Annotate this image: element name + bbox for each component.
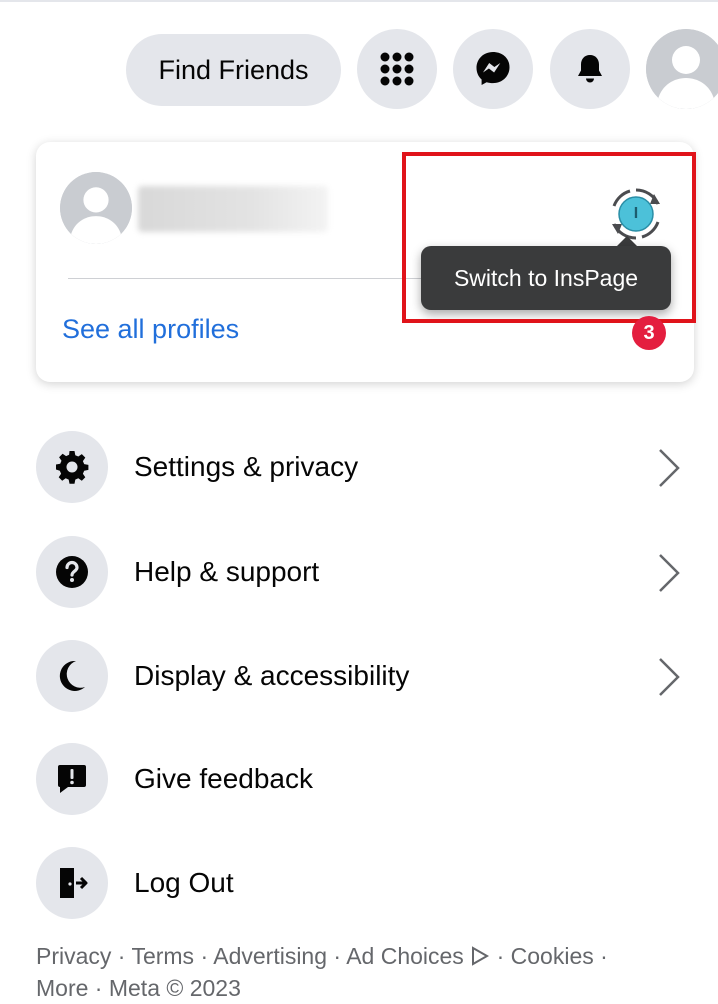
messenger-button[interactable] (453, 29, 533, 109)
feedback-icon (58, 765, 86, 793)
ad-choices-icon (472, 946, 490, 966)
menu-item-label: Display & accessibility (134, 660, 410, 691)
menu-item-label: Help & support (134, 556, 320, 587)
menu-item-log-out[interactable]: Log Out (36, 846, 696, 920)
logout-icon (60, 868, 88, 898)
menu-item-help-support[interactable]: Help & support (36, 535, 696, 609)
bell-icon (578, 55, 602, 83)
footer-separator: · (490, 943, 511, 969)
notifications-button[interactable] (550, 29, 630, 109)
notification-badge: 3 (632, 316, 666, 350)
menu-item-label: Log Out (134, 867, 234, 898)
footer-link-advertising[interactable]: Advertising (213, 943, 327, 969)
footer-link-privacy[interactable]: Privacy (36, 943, 111, 969)
switch-profile-tooltip: Switch to InsPage (421, 246, 671, 310)
footer-link-more[interactable]: More (36, 975, 88, 1001)
question-icon (56, 556, 88, 588)
menu-icon-circle (36, 536, 108, 608)
see-all-profiles-link[interactable]: See all profiles (62, 314, 239, 345)
moon-icon (59, 660, 85, 691)
footer-links: Privacy · Terms · Advertising · Ad Choic… (36, 940, 676, 1004)
footer-link-ad-choices[interactable]: Ad Choices (346, 943, 464, 969)
footer-separator: · (327, 943, 347, 969)
chevron-right-icon (659, 658, 680, 696)
switch-profile-button[interactable]: I (606, 184, 666, 244)
menu-icon-circle (36, 847, 108, 919)
find-friends-button[interactable]: Find Friends (126, 34, 341, 106)
footer-copyright: Meta © 2023 (108, 975, 241, 1001)
footer-separator: · (593, 943, 608, 969)
profile-avatar[interactable] (60, 172, 132, 244)
menu-icon-circle (36, 743, 108, 815)
switch-profile-letter: I (633, 205, 639, 222)
chevron-right-icon (659, 449, 680, 487)
menu-icon-circle (36, 640, 108, 712)
footer-link-terms[interactable]: Terms (131, 943, 194, 969)
menu-icon-circle (36, 431, 108, 503)
menu-item-label: Settings & privacy (134, 451, 359, 482)
menu-item-give-feedback[interactable]: Give feedback (36, 742, 696, 816)
chevron-right-icon (659, 554, 680, 592)
menu-button[interactable] (357, 29, 437, 109)
account-avatar-button[interactable] (646, 29, 718, 109)
footer-separator: · (111, 943, 132, 969)
messenger-icon (476, 52, 510, 85)
menu-item-settings-privacy[interactable]: Settings & privacy (36, 430, 696, 504)
menu-grid-icon (380, 52, 414, 86)
footer-link-cookies[interactable]: Cookies (511, 943, 594, 969)
blurred-profile-name[interactable] (138, 186, 328, 232)
menu-item-label: Give feedback (134, 763, 313, 794)
footer-separator: · (194, 943, 214, 969)
user-avatar-icon (60, 172, 132, 244)
user-avatar-icon (646, 29, 718, 109)
menu-item-display-accessibility[interactable]: Display & accessibility (36, 639, 696, 713)
footer-separator: · (88, 975, 109, 1001)
gear-icon (56, 451, 89, 484)
top-navigation-bar: Find Friends (0, 0, 718, 118)
